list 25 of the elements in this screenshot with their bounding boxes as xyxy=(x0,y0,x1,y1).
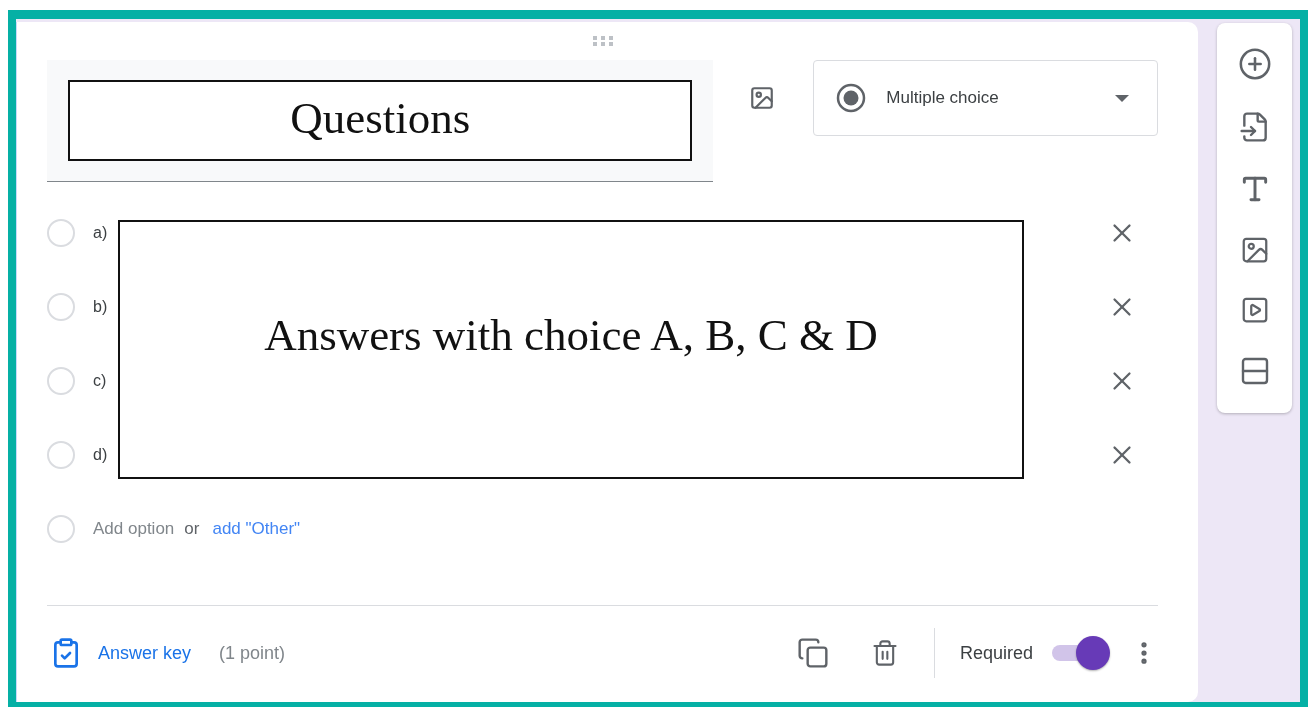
question-field[interactable]: Questions xyxy=(47,60,714,182)
points-text: (1 point) xyxy=(219,642,286,664)
annotation-box: Questions xyxy=(68,80,693,161)
drag-handle-icon[interactable] xyxy=(590,34,615,48)
add-circle-icon[interactable] xyxy=(1237,47,1272,81)
option-label: b) xyxy=(93,298,108,316)
option-label: a) xyxy=(93,224,108,242)
option-label: c) xyxy=(93,372,107,390)
or-text: or xyxy=(184,519,200,539)
add-option-field[interactable]: Add option xyxy=(93,519,175,539)
radio-button[interactable] xyxy=(47,441,75,469)
radio-button[interactable] xyxy=(47,293,75,321)
copy-icon[interactable] xyxy=(796,637,829,669)
radio-button-icon xyxy=(836,83,867,113)
question-type-dropdown[interactable]: Multiple choice xyxy=(813,60,1158,136)
required-label: Required xyxy=(959,642,1033,664)
image-icon[interactable] xyxy=(749,85,776,111)
add-other-link[interactable]: add "Other" xyxy=(212,519,301,539)
radio-button[interactable] xyxy=(47,219,75,247)
annotation-box: Answers with choice A, B, C & D xyxy=(118,220,1024,479)
radio-button[interactable] xyxy=(47,367,75,395)
answer-key-link[interactable]: Answer key xyxy=(50,637,192,669)
caret-icon xyxy=(1115,94,1129,102)
required-toggle[interactable] xyxy=(1050,636,1110,670)
option-label: d) xyxy=(93,446,108,464)
